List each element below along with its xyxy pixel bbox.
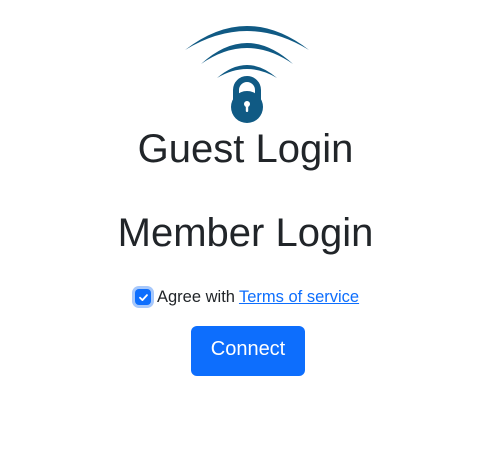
wifi-lock-logo: [183, 16, 311, 126]
connect-button[interactable]: Connect: [191, 326, 305, 376]
agree-terms-row: Agree with Terms of service: [132, 285, 359, 309]
checkmark-icon: [138, 293, 148, 301]
guest-login-title: Guest Login: [137, 127, 354, 171]
agree-checkbox[interactable]: [135, 289, 151, 305]
wifi-lock-icon: [185, 26, 309, 123]
terms-of-service-link[interactable]: Terms of service: [239, 288, 359, 307]
member-login-title: Member Login: [117, 211, 374, 255]
agree-label: Agree with: [157, 287, 235, 306]
